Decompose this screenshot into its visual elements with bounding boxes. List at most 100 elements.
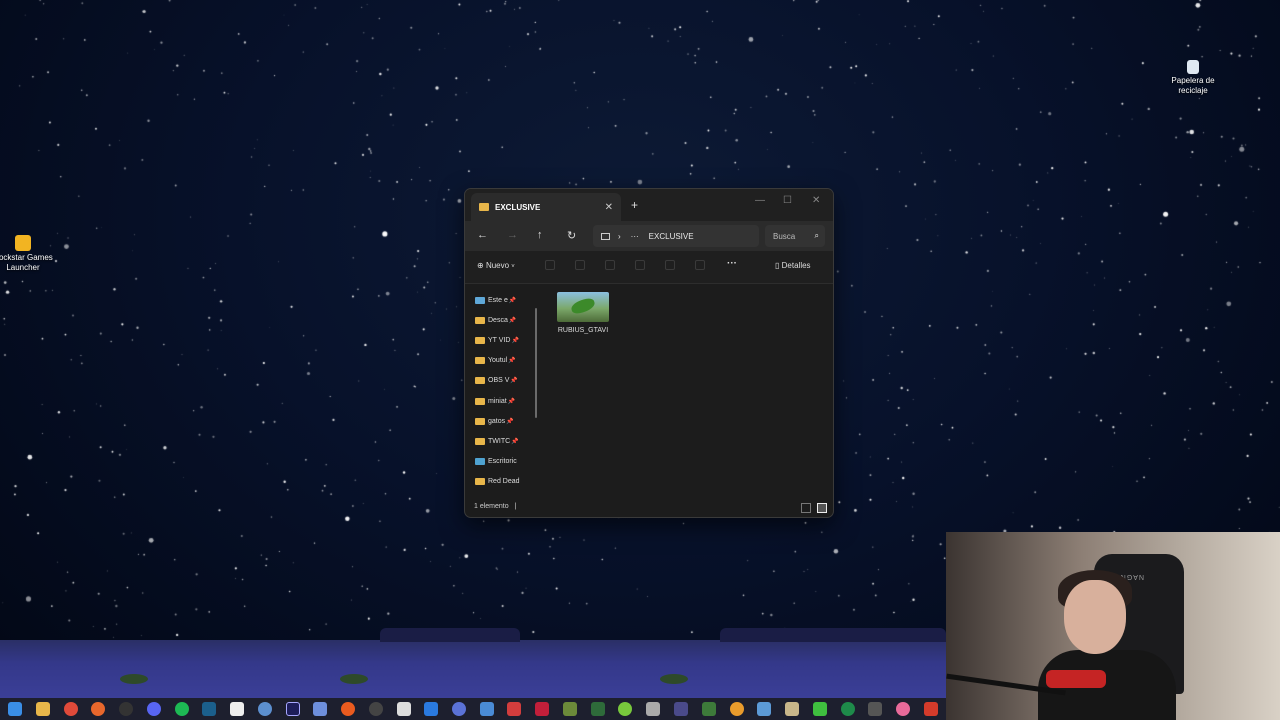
- app-icon[interactable]: [868, 702, 882, 716]
- file-explorer-window: EXCLUSIVE ✕ + — ☐ ✕ ← → ↑ ↻ › ··· EXCLUS…: [464, 188, 834, 518]
- address-bar[interactable]: › ··· EXCLUSIVE: [593, 225, 759, 247]
- app-icon[interactable]: [924, 702, 938, 716]
- app-icon[interactable]: [674, 702, 688, 716]
- navigation-pane: Este e 📌 Desca 📌 YT VID 📌 Youtul 📌 OBS V 📌 mi…: [475, 290, 535, 492]
- close-tab-icon[interactable]: ✕: [605, 202, 613, 213]
- app-icon[interactable]: [618, 702, 632, 716]
- forward-arrow-icon[interactable]: →: [507, 229, 518, 241]
- folder-icon: [475, 316, 485, 324]
- breadcrumb-current[interactable]: EXCLUSIVE: [649, 232, 694, 241]
- sidebar-item[interactable]: miniat 📌: [475, 391, 535, 411]
- spotify-icon[interactable]: [175, 702, 189, 716]
- folder-icon: [475, 417, 485, 425]
- sidebar-item[interactable]: TWITC 📌: [475, 431, 535, 451]
- app-icon[interactable]: [813, 702, 827, 716]
- document-icon[interactable]: [397, 702, 411, 716]
- command-bar: ⊕ Nuevo ˅ ··· ▯ Detalles: [465, 251, 833, 284]
- sidebar-item[interactable]: OBS V 📌: [475, 371, 535, 391]
- rename-icon[interactable]: [635, 260, 645, 270]
- sidebar-item-label: Este e: [488, 296, 508, 304]
- app-icon[interactable]: [369, 702, 383, 716]
- sidebar-item[interactable]: YT VID 📌: [475, 330, 535, 350]
- file-explorer-icon[interactable]: [36, 702, 50, 716]
- pin-icon: 📌: [510, 378, 518, 385]
- file-item[interactable]: RUBIUS_GTAVI: [555, 292, 611, 334]
- app-icon[interactable]: [646, 702, 660, 716]
- premiere-icon[interactable]: [286, 702, 300, 716]
- sidebar-item[interactable]: Red Dead: [475, 472, 535, 492]
- breadcrumb-ellipsis[interactable]: ···: [631, 232, 639, 241]
- firefox-icon[interactable]: [91, 702, 105, 716]
- back-arrow-icon[interactable]: ←: [477, 229, 488, 241]
- app-icon[interactable]: [702, 702, 716, 716]
- up-arrow-icon[interactable]: ↑: [537, 229, 543, 241]
- app-icon[interactable]: [591, 702, 605, 716]
- content-area: Este e 📌 Desca 📌 YT VID 📌 Youtul 📌 OBS V 📌 mi…: [465, 284, 833, 486]
- app-icon[interactable]: [258, 702, 272, 716]
- app-icon[interactable]: [507, 702, 521, 716]
- app-icon[interactable]: [535, 702, 549, 716]
- details-label: Detalles: [781, 261, 811, 270]
- app-icon[interactable]: [757, 702, 771, 716]
- title-bar: EXCLUSIVE ✕ + — ☐ ✕: [465, 189, 833, 221]
- copy-icon[interactable]: [575, 260, 585, 270]
- desktop-icon-recycle-bin[interactable]: Papelera de reciclaje: [1158, 60, 1228, 96]
- sidebar-item[interactable]: Escritoric: [475, 452, 535, 472]
- chrome-icon[interactable]: [64, 702, 78, 716]
- folder-icon: [475, 357, 485, 365]
- app-icon[interactable]: [841, 702, 855, 716]
- file-name: RUBIUS_GTAVI: [557, 327, 609, 334]
- app-icon[interactable]: [452, 702, 466, 716]
- desktop-icon-label: Rockstar Games Launcher: [0, 253, 53, 272]
- minimize-button[interactable]: —: [755, 195, 765, 206]
- delete-icon[interactable]: [695, 260, 705, 270]
- details-view-icon[interactable]: [801, 503, 811, 513]
- steam-icon[interactable]: [202, 702, 216, 716]
- desktop-icon-label: Papelera de reciclaje: [1171, 76, 1215, 95]
- windows-start-icon[interactable]: [8, 702, 22, 716]
- share-icon[interactable]: [665, 260, 675, 270]
- sidebar-item[interactable]: Youtul 📌: [475, 351, 535, 371]
- close-window-button[interactable]: ✕: [812, 195, 820, 206]
- obs-icon[interactable]: [119, 702, 133, 716]
- sidebar-item[interactable]: Desca 📌: [475, 310, 535, 330]
- pin-icon: 📌: [511, 438, 519, 445]
- sidebar-item[interactable]: gatos 📌: [475, 411, 535, 431]
- minecraft-icon[interactable]: [563, 702, 577, 716]
- more-options-button[interactable]: ···: [727, 258, 737, 269]
- app-icon[interactable]: [480, 702, 494, 716]
- chevron-down-icon: ˅: [511, 264, 515, 270]
- app-icon[interactable]: [424, 702, 438, 716]
- details-button[interactable]: ▯ Detalles: [775, 261, 811, 270]
- pc-folder-icon: [475, 296, 485, 304]
- sidebar-scrollbar[interactable]: [535, 308, 537, 418]
- new-label: Nuevo: [485, 261, 510, 270]
- app-icon[interactable]: [896, 702, 910, 716]
- pin-icon: 📌: [508, 297, 517, 304]
- epic-games-icon[interactable]: [230, 702, 244, 716]
- folder-icon: [475, 397, 485, 405]
- sidebar-item-label: Red Dead: [488, 478, 520, 486]
- app-icon[interactable]: [341, 702, 355, 716]
- app-icon[interactable]: [785, 702, 799, 716]
- monitor-icon: [601, 232, 610, 240]
- new-button[interactable]: ⊕ Nuevo ˅: [477, 261, 515, 270]
- discord-icon[interactable]: [147, 702, 161, 716]
- sidebar-item[interactable]: Este e 📌: [475, 290, 535, 310]
- refresh-icon[interactable]: ↻: [567, 229, 576, 242]
- search-icon[interactable]: [730, 702, 744, 716]
- paste-icon[interactable]: [605, 260, 615, 270]
- large-icons-view-icon[interactable]: [817, 503, 827, 513]
- desktop-icon-rockstar[interactable]: Rockstar Games Launcher: [0, 235, 58, 273]
- sidebar-item-label: Escritoric: [488, 458, 517, 466]
- cut-icon[interactable]: [545, 260, 555, 270]
- sidebar-item-label: YT VID: [488, 336, 511, 344]
- search-input[interactable]: Busca ⌕: [765, 225, 825, 247]
- photoshop-icon[interactable]: [313, 702, 327, 716]
- sidebar-item-label: Desca: [488, 316, 508, 324]
- maximize-button[interactable]: ☐: [783, 195, 792, 206]
- pin-icon: 📌: [511, 337, 519, 344]
- tab-exclusive[interactable]: EXCLUSIVE ✕: [471, 193, 621, 221]
- tab-title: EXCLUSIVE: [495, 202, 541, 212]
- new-tab-button[interactable]: +: [631, 198, 638, 212]
